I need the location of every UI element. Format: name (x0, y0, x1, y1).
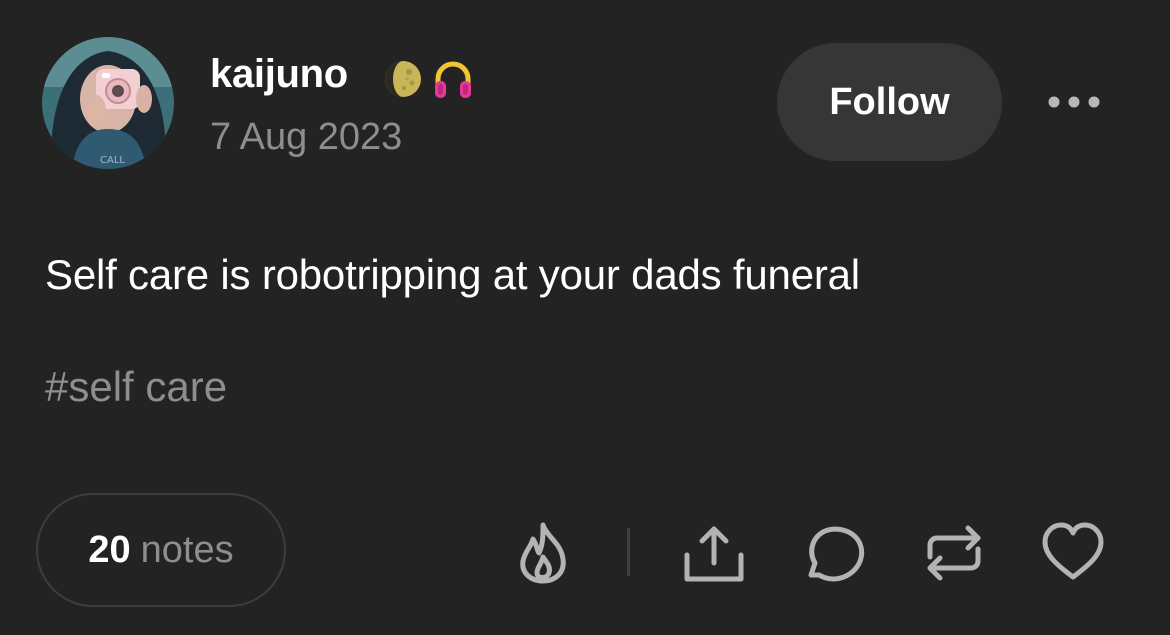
notes-count: 20 (88, 528, 131, 571)
moon-icon (381, 57, 425, 101)
author-avatar[interactable]: CALL (42, 37, 174, 169)
reply-icon[interactable] (797, 517, 869, 589)
reblog-icon[interactable] (918, 517, 990, 589)
more-options-icon[interactable] (1038, 80, 1110, 124)
notes-button[interactable]: 20 notes (36, 493, 286, 607)
post-date[interactable]: 7 Aug 2023 (210, 116, 402, 159)
post-tag[interactable]: #self care (45, 363, 227, 411)
follow-button[interactable]: Follow (777, 43, 1002, 161)
flame-icon[interactable] (507, 517, 579, 589)
notes-label: notes (140, 528, 234, 571)
author-username[interactable]: kaijuno (210, 52, 348, 97)
share-icon[interactable] (678, 517, 750, 589)
svg-text:CALL: CALL (100, 155, 125, 166)
like-icon[interactable] (1037, 517, 1109, 589)
post-body-text: Self care is robotripping at your dads f… (45, 251, 860, 298)
avatar-image: CALL (42, 37, 174, 169)
action-divider (627, 528, 630, 576)
headphones-icon (431, 57, 475, 101)
